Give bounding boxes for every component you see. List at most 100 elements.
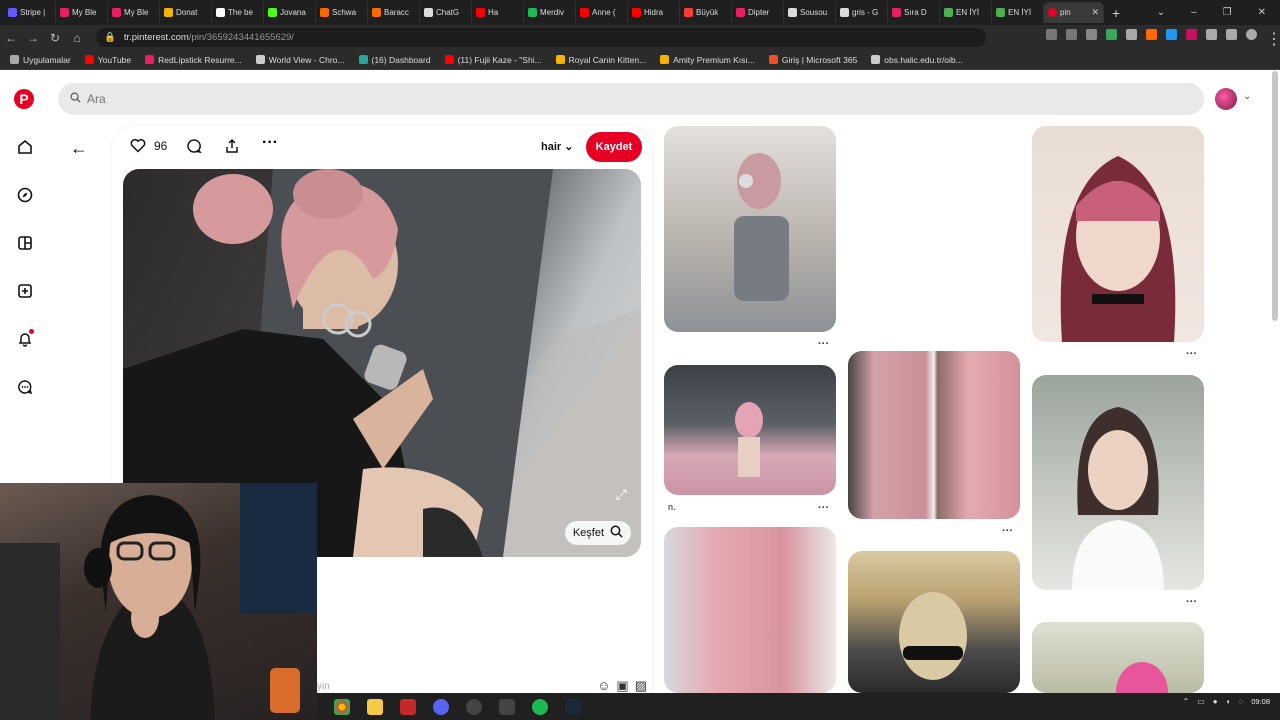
pin-card[interactable] [664, 365, 836, 495]
create-icon[interactable] [14, 280, 36, 302]
chevron-down-icon[interactable]: ⌄ [1243, 91, 1251, 102]
messages-icon[interactable] [14, 376, 36, 398]
tab-search-button[interactable]: ⌄ [1157, 7, 1165, 18]
sidepanel-icon[interactable] [1226, 29, 1237, 40]
explore-button[interactable]: Keşfet [564, 521, 631, 545]
bookmark-item[interactable]: World View - Chro... [255, 55, 345, 65]
bookmark-item[interactable]: Uygulamalar [10, 55, 71, 65]
maximize-button[interactable]: ❐ [1223, 7, 1232, 18]
home-button[interactable]: ⌂ [66, 31, 88, 45]
file-explorer-icon[interactable] [367, 698, 383, 715]
browser-tab[interactable]: Jovana [264, 2, 316, 23]
more-options-icon[interactable]: ··· [1186, 348, 1197, 360]
share-icon[interactable] [1066, 29, 1077, 40]
avatar[interactable] [1215, 88, 1237, 110]
browser-tab[interactable]: My Ble [56, 2, 108, 23]
tray-icon[interactable]: ▭ [1197, 697, 1205, 706]
more-options-icon[interactable]: ··· [262, 134, 278, 152]
browser-tab[interactable]: Donat [160, 2, 212, 23]
bookmark-item[interactable]: Royal Canin Kitten... [555, 55, 646, 65]
profile-icon[interactable] [1246, 29, 1257, 40]
bookmark-item[interactable]: YouTube [84, 55, 131, 65]
discord-icon[interactable] [433, 698, 449, 715]
pin-card[interactable] [664, 126, 836, 332]
chevron-up-icon[interactable]: ⌃ [1183, 697, 1190, 706]
browser-tab[interactable]: My Ble [108, 2, 160, 23]
extension-icon[interactable] [1146, 29, 1157, 40]
pin-card[interactable] [664, 527, 836, 693]
browser-tab[interactable]: EN İYİ [992, 2, 1044, 23]
extension-icon[interactable] [1126, 29, 1137, 40]
browser-tab[interactable]: Stripe | [4, 2, 56, 23]
expand-icon[interactable]: ⤢ [616, 486, 627, 503]
sticker-icon[interactable]: ▣ [616, 678, 628, 694]
clock[interactable]: 09:08 [1251, 697, 1270, 706]
browser-tab[interactable]: Büyük [680, 2, 732, 23]
adblock-extension-icon[interactable] [1106, 29, 1117, 40]
more-options-icon[interactable]: ··· [1186, 596, 1197, 608]
image-icon[interactable]: ▨ [635, 678, 647, 694]
browser-tab[interactable]: gris - G [836, 2, 888, 23]
bookmark-item[interactable]: (11) Fujii Kaze - "Shi... [444, 55, 542, 65]
chrome-taskbar-icon[interactable] [334, 698, 350, 715]
compass-icon[interactable] [14, 184, 36, 206]
minimize-button[interactable]: – [1191, 7, 1197, 18]
network-icon[interactable]: ◌ [1238, 697, 1243, 706]
browser-tab[interactable]: Schwa [316, 2, 368, 23]
close-window-button[interactable]: ✕ [1258, 7, 1266, 18]
emoji-icon[interactable]: ☺ [597, 678, 610, 694]
browser-tab[interactable]: Sıra D [888, 2, 940, 23]
puzzle-icon[interactable] [1206, 29, 1217, 40]
home-icon[interactable] [14, 136, 36, 158]
steam-icon[interactable] [565, 698, 581, 715]
url-field[interactable]: 🔒 tr.pinterest.com/pin/3659243441655629/ [96, 28, 986, 47]
save-button[interactable]: Kaydet [586, 132, 642, 162]
bookmark-item[interactable]: (16) Dashboard [358, 55, 431, 65]
extension-icon[interactable] [1186, 29, 1197, 40]
obs-icon[interactable] [466, 698, 482, 715]
volume-icon[interactable]: ◖ [1226, 697, 1231, 706]
more-options-icon[interactable]: ··· [818, 338, 829, 350]
pin-card[interactable] [1032, 375, 1204, 590]
browser-tab[interactable]: Ha [472, 2, 524, 23]
pin-card[interactable] [848, 351, 1020, 519]
app-taskbar-icon[interactable] [499, 698, 515, 715]
microphone-icon[interactable]: ● [1213, 697, 1218, 706]
spotify-icon[interactable] [532, 698, 548, 715]
bookmark-item[interactable]: RedLipstick Resurre... [145, 55, 242, 65]
pin-card[interactable] [1032, 622, 1204, 693]
bookmark-star-icon[interactable] [1086, 29, 1097, 40]
browser-tab[interactable]: Merdiv [524, 2, 576, 23]
more-options-icon[interactable]: ··· [818, 502, 829, 514]
close-tab-icon[interactable]: ✕ [1091, 7, 1099, 18]
share-icon[interactable] [224, 138, 240, 159]
pin-card[interactable] [1032, 126, 1204, 342]
new-tab-button[interactable]: + [1112, 5, 1132, 21]
menu-icon[interactable]: ⋮ [1266, 29, 1280, 48]
browser-tab-active[interactable]: pin ✕ [1044, 2, 1104, 23]
search-bar[interactable]: Ara [58, 83, 1204, 115]
bookmark-item[interactable]: obs.halic.edu.tr/oib... [871, 55, 963, 65]
pin-card[interactable] [848, 551, 1020, 693]
browser-tab[interactable]: ChatG [420, 2, 472, 23]
browser-tab[interactable]: The be [212, 2, 264, 23]
browser-tab[interactable]: Dipter [732, 2, 784, 23]
browser-tab[interactable]: Baracc [368, 2, 420, 23]
bookmark-item[interactable]: Amity Premium Kısı... [660, 55, 755, 65]
board-selector[interactable]: hair ⌄ [541, 140, 573, 153]
browser-tab[interactable]: EN İYİ [940, 2, 992, 23]
notifications-icon[interactable] [14, 328, 36, 350]
more-options-icon[interactable]: ··· [1002, 525, 1013, 537]
like-button[interactable]: 96 [130, 138, 167, 153]
extension-icon[interactable] [1166, 29, 1177, 40]
browser-tab[interactable]: Hidra [628, 2, 680, 23]
pinterest-logo[interactable]: P [14, 89, 34, 109]
forward-button[interactable]: → [22, 31, 44, 45]
back-button[interactable]: ← [0, 31, 22, 45]
back-arrow-icon[interactable]: ← [70, 138, 88, 159]
browser-tab[interactable]: Sousou [784, 2, 836, 23]
reload-button[interactable]: ↻ [44, 31, 66, 45]
browser-tab[interactable]: Anne ( [576, 2, 628, 23]
page-scrollbar[interactable] [1272, 71, 1278, 321]
comment-icon[interactable] [186, 138, 202, 159]
